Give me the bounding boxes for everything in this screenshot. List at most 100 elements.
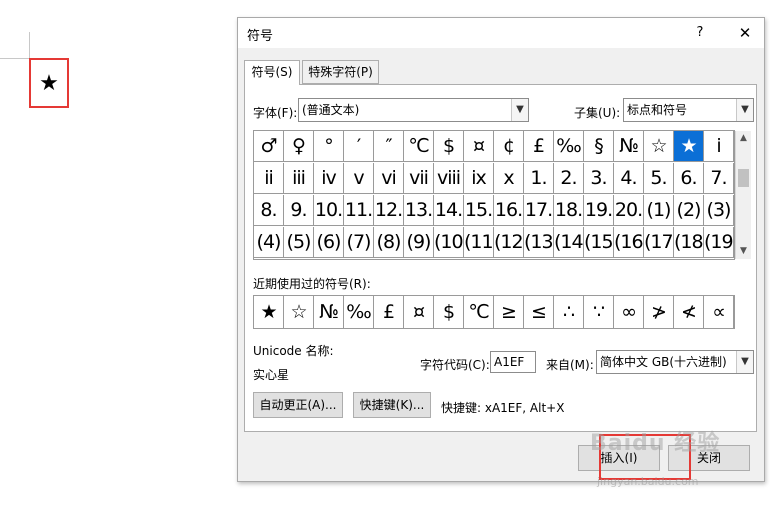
- symbol-cell[interactable]: (1): [644, 195, 674, 226]
- recent-symbol-cell[interactable]: $: [434, 296, 464, 328]
- symbol-cell[interactable]: iii: [284, 163, 314, 194]
- recent-symbol-cell[interactable]: ‰: [344, 296, 374, 328]
- symbol-cell[interactable]: (8): [374, 227, 404, 258]
- symbol-cell[interactable]: vii: [404, 163, 434, 194]
- recent-symbol-cell[interactable]: ≤: [524, 296, 554, 328]
- symbol-cell[interactable]: ☆: [644, 131, 674, 162]
- symbol-cell[interactable]: §: [584, 131, 614, 162]
- symbol-grid[interactable]: ▲ ▼ ♂ ♀ ° ′ ″ ℃ $ ¤ ¢ £ ‰ § № ☆ ★ i ii iii iv v vi vii viii ix x…: [253, 130, 751, 260]
- symbol-cell[interactable]: ix: [464, 163, 494, 194]
- recent-symbol-cell[interactable]: ∞: [614, 296, 644, 328]
- symbol-cell[interactable]: (13): [524, 227, 554, 258]
- recent-symbol-cell[interactable]: ℃: [464, 296, 494, 328]
- chevron-down-icon[interactable]: ▼: [511, 99, 528, 121]
- symbol-cell[interactable]: (6): [314, 227, 344, 258]
- recent-symbol-cell[interactable]: ☆: [284, 296, 314, 328]
- scroll-up-icon[interactable]: ▲: [736, 131, 751, 146]
- symbol-cell[interactable]: (14): [554, 227, 584, 258]
- symbol-cell[interactable]: (3): [704, 195, 734, 226]
- recent-symbol-cell[interactable]: ∝: [704, 296, 734, 328]
- symbol-cell[interactable]: 2.: [554, 163, 584, 194]
- symbol-cell[interactable]: 19.: [584, 195, 614, 226]
- symbol-cell[interactable]: (19): [704, 227, 734, 258]
- symbol-cell[interactable]: (9): [404, 227, 434, 258]
- scroll-down-icon[interactable]: ▼: [736, 244, 751, 259]
- symbol-cell[interactable]: (7): [344, 227, 374, 258]
- recent-symbol-cell[interactable]: ¤: [404, 296, 434, 328]
- recent-symbols-grid[interactable]: ★ ☆ № ‰ £ ¤ $ ℃ ≥ ≤ ∴ ∵ ∞ ≯ ≮ ∝: [253, 295, 735, 329]
- symbol-cell[interactable]: ℃: [404, 131, 434, 162]
- symbol-cell[interactable]: £: [524, 131, 554, 162]
- char-code-input[interactable]: A1EF: [490, 351, 536, 373]
- symbol-cell[interactable]: 3.: [584, 163, 614, 194]
- inserted-star-symbol[interactable]: ★: [39, 71, 59, 96]
- symbol-cell[interactable]: (17): [644, 227, 674, 258]
- symbol-cell[interactable]: ′: [344, 131, 374, 162]
- symbol-cell[interactable]: ¤: [464, 131, 494, 162]
- symbol-cell[interactable]: ¢: [494, 131, 524, 162]
- symbol-cell[interactable]: iv: [314, 163, 344, 194]
- symbol-cell[interactable]: $: [434, 131, 464, 162]
- symbol-cell[interactable]: 10.: [314, 195, 344, 226]
- recent-symbol-cell[interactable]: №: [314, 296, 344, 328]
- autocorrect-button[interactable]: 自动更正(A)...: [253, 392, 343, 418]
- tab-special-characters[interactable]: 特殊字符(P): [302, 60, 379, 84]
- tab-symbols[interactable]: 符号(S): [244, 60, 300, 85]
- symbol-cell[interactable]: 18.: [554, 195, 584, 226]
- symbol-cell[interactable]: 8.: [254, 195, 284, 226]
- symbol-cell[interactable]: ″: [374, 131, 404, 162]
- symbol-cell[interactable]: №: [614, 131, 644, 162]
- symbol-cell[interactable]: 16.: [494, 195, 524, 226]
- symbol-cell[interactable]: ii: [254, 163, 284, 194]
- symbol-cell[interactable]: 5.: [644, 163, 674, 194]
- symbol-cell[interactable]: ★: [674, 131, 704, 162]
- symbol-cell[interactable]: 9.: [284, 195, 314, 226]
- recent-symbol-cell[interactable]: ★: [254, 296, 284, 328]
- symbol-cell[interactable]: 4.: [614, 163, 644, 194]
- symbol-cell[interactable]: 17.: [524, 195, 554, 226]
- symbol-cell[interactable]: 7.: [704, 163, 734, 194]
- symbol-cell[interactable]: vi: [374, 163, 404, 194]
- symbol-cell[interactable]: ‰: [554, 131, 584, 162]
- symbol-cell[interactable]: v: [344, 163, 374, 194]
- symbol-cell[interactable]: 14.: [434, 195, 464, 226]
- recent-symbol-cell[interactable]: ≮: [674, 296, 704, 328]
- symbol-cell[interactable]: 20.: [614, 195, 644, 226]
- chevron-down-icon[interactable]: ▼: [736, 351, 753, 373]
- close-icon[interactable]: ✕: [735, 23, 755, 43]
- recent-symbol-cell[interactable]: £: [374, 296, 404, 328]
- font-select[interactable]: (普通文本) ▼: [298, 98, 529, 122]
- symbol-cell[interactable]: (10): [434, 227, 464, 258]
- symbol-cell[interactable]: (11): [464, 227, 494, 258]
- symbol-cell[interactable]: 1.: [524, 163, 554, 194]
- recent-symbol-cell[interactable]: ≥: [494, 296, 524, 328]
- help-button[interactable]: ?: [690, 23, 710, 43]
- symbol-cell[interactable]: ♂: [254, 131, 284, 162]
- symbol-cell[interactable]: 13.: [404, 195, 434, 226]
- scroll-thumb[interactable]: [738, 169, 749, 187]
- shortcut-key-button[interactable]: 快捷键(K)...: [353, 392, 431, 418]
- symbol-cell[interactable]: (2): [674, 195, 704, 226]
- symbol-cell[interactable]: (18): [674, 227, 704, 258]
- symbol-cell[interactable]: °: [314, 131, 344, 162]
- symbol-cell[interactable]: ♀: [284, 131, 314, 162]
- symbol-cell[interactable]: 12.: [374, 195, 404, 226]
- symbol-cell[interactable]: 6.: [674, 163, 704, 194]
- symbol-cell[interactable]: (5): [284, 227, 314, 258]
- recent-symbol-cell[interactable]: ≯: [644, 296, 674, 328]
- symbol-cell[interactable]: x: [494, 163, 524, 194]
- symbol-grid-scrollbar[interactable]: ▲ ▼: [735, 131, 751, 259]
- symbol-cell[interactable]: (16): [614, 227, 644, 258]
- symbol-cell[interactable]: (4): [254, 227, 284, 258]
- symbol-cell[interactable]: 15.: [464, 195, 494, 226]
- subset-select[interactable]: 标点和符号 ▼: [623, 98, 754, 122]
- chevron-down-icon[interactable]: ▼: [736, 99, 753, 121]
- symbol-cell[interactable]: viii: [434, 163, 464, 194]
- symbol-cell[interactable]: 11.: [344, 195, 374, 226]
- dialog-titlebar[interactable]: 符号 ? ✕: [238, 18, 764, 48]
- symbol-cell[interactable]: (15): [584, 227, 614, 258]
- symbol-cell[interactable]: (12): [494, 227, 524, 258]
- symbol-cell[interactable]: i: [704, 131, 734, 162]
- recent-symbol-cell[interactable]: ∴: [554, 296, 584, 328]
- recent-symbol-cell[interactable]: ∵: [584, 296, 614, 328]
